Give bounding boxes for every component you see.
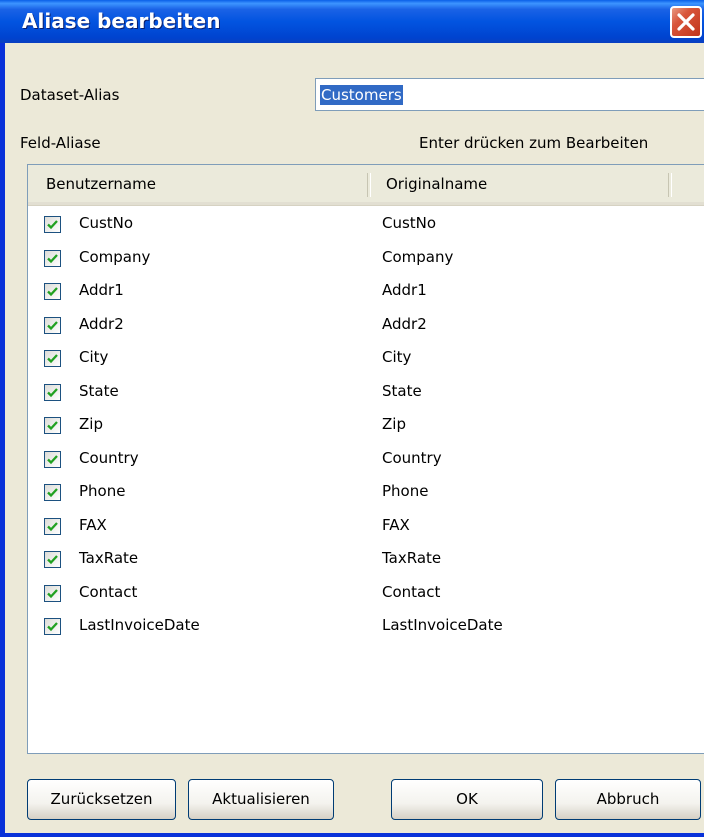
user-name-cell: State [79, 381, 119, 400]
ok-button[interactable]: OK [391, 779, 543, 820]
title-bar[interactable]: Aliase bearbeiten [0, 0, 704, 43]
list-row[interactable]: Addr2 Addr2 [28, 308, 704, 342]
row-checkbox[interactable] [44, 316, 61, 334]
list-row[interactable]: City City [28, 341, 704, 375]
original-name-cell: FAX [382, 515, 410, 534]
user-name-cell: Addr1 [79, 281, 124, 299]
checkmark-icon [47, 421, 58, 431]
user-name-cell: City [79, 348, 109, 366]
original-name-cell: Country [382, 448, 442, 467]
window-title: Aliase bearbeiten [22, 9, 221, 33]
close-button[interactable] [670, 6, 702, 38]
close-icon [677, 13, 695, 31]
checkmark-icon [47, 521, 58, 531]
checkmark-icon [47, 320, 58, 330]
checkmark-icon [47, 588, 58, 598]
row-checkbox[interactable] [44, 584, 61, 602]
checkmark-icon [47, 622, 58, 632]
user-name-cell: Addr2 [79, 314, 124, 333]
user-name-cell: Country [79, 448, 139, 467]
row-checkbox[interactable] [44, 350, 61, 367]
checkmark-icon [47, 454, 58, 464]
checkmark-icon [47, 555, 58, 565]
list-row[interactable]: Contact Contact [28, 576, 704, 610]
original-name-cell: Contact [382, 582, 441, 601]
row-checkbox[interactable] [44, 551, 61, 568]
user-name-cell: Contact [79, 582, 138, 601]
original-name-cell: TaxRate [382, 549, 442, 567]
dialog-window: Aliase bearbeiten Dataset-Alias Customer… [0, 0, 704, 837]
row-checkbox[interactable] [44, 216, 61, 233]
row-checkbox[interactable] [44, 517, 61, 535]
original-name-cell: Company [382, 247, 454, 266]
list-row[interactable]: TaxRate TaxRate [28, 542, 704, 576]
column-separator[interactable] [367, 173, 371, 197]
row-checkbox[interactable] [44, 417, 61, 434]
cancel-button[interactable]: Abbruch [555, 779, 701, 820]
list-row[interactable]: Phone Phone [28, 475, 704, 509]
dataset-alias-input[interactable]: Customers [315, 78, 704, 111]
original-name-cell: CustNo [382, 214, 437, 232]
list-row[interactable]: LastInvoiceDate LastInvoiceDate [28, 609, 704, 643]
list-row[interactable]: Addr1 Addr1 [28, 274, 704, 308]
list-header: Benutzername Originalname [28, 165, 704, 206]
edit-hint: Enter drücken zum Bearbeiten [419, 134, 649, 152]
list-row[interactable]: Company Company [28, 241, 704, 275]
original-name-cell: Addr1 [382, 281, 427, 299]
user-name-cell: Zip [79, 415, 103, 433]
dataset-alias-value: Customers [320, 85, 403, 105]
checkmark-icon [47, 488, 58, 498]
row-checkbox[interactable] [44, 484, 61, 501]
original-name-cell: City [382, 348, 412, 366]
user-name-cell: LastInvoiceDate [79, 616, 200, 634]
checkmark-icon [47, 387, 58, 397]
user-name-cell: CustNo [79, 214, 134, 232]
dataset-alias-label: Dataset-Alias [20, 86, 120, 104]
original-name-cell: State [382, 381, 422, 400]
checkmark-icon [47, 253, 58, 263]
original-name-cell: Addr2 [382, 314, 427, 333]
user-name-cell: Phone [79, 482, 126, 500]
reset-button[interactable]: Zurücksetzen [27, 779, 176, 820]
user-name-cell: FAX [79, 515, 107, 534]
column-separator[interactable] [668, 173, 672, 197]
original-name-cell: LastInvoiceDate [382, 616, 503, 634]
row-checkbox[interactable] [44, 618, 61, 635]
list-row[interactable]: Zip Zip [28, 408, 704, 442]
alias-list[interactable]: Benutzername Originalname CustNo CustNo Co… [27, 164, 704, 754]
original-name-cell: Zip [382, 415, 406, 433]
checkmark-icon [47, 354, 58, 364]
checkmark-icon [47, 287, 58, 297]
column-header-user[interactable]: Benutzername [46, 175, 156, 193]
list-row[interactable]: Country Country [28, 442, 704, 476]
list-row[interactable]: CustNo CustNo [28, 207, 704, 241]
row-checkbox[interactable] [44, 383, 61, 401]
user-name-cell: Company [79, 247, 151, 266]
column-header-original[interactable]: Originalname [386, 175, 487, 193]
field-aliases-label: Feld-Aliase [20, 134, 101, 152]
update-button[interactable]: Aktualisieren [188, 779, 334, 820]
list-row[interactable]: State State [28, 375, 704, 409]
checkmark-icon [47, 220, 58, 230]
original-name-cell: Phone [382, 482, 429, 500]
row-checkbox[interactable] [44, 450, 61, 468]
row-checkbox[interactable] [44, 283, 61, 300]
row-checkbox[interactable] [44, 249, 61, 267]
user-name-cell: TaxRate [79, 549, 139, 567]
list-row[interactable]: FAX FAX [28, 509, 704, 543]
